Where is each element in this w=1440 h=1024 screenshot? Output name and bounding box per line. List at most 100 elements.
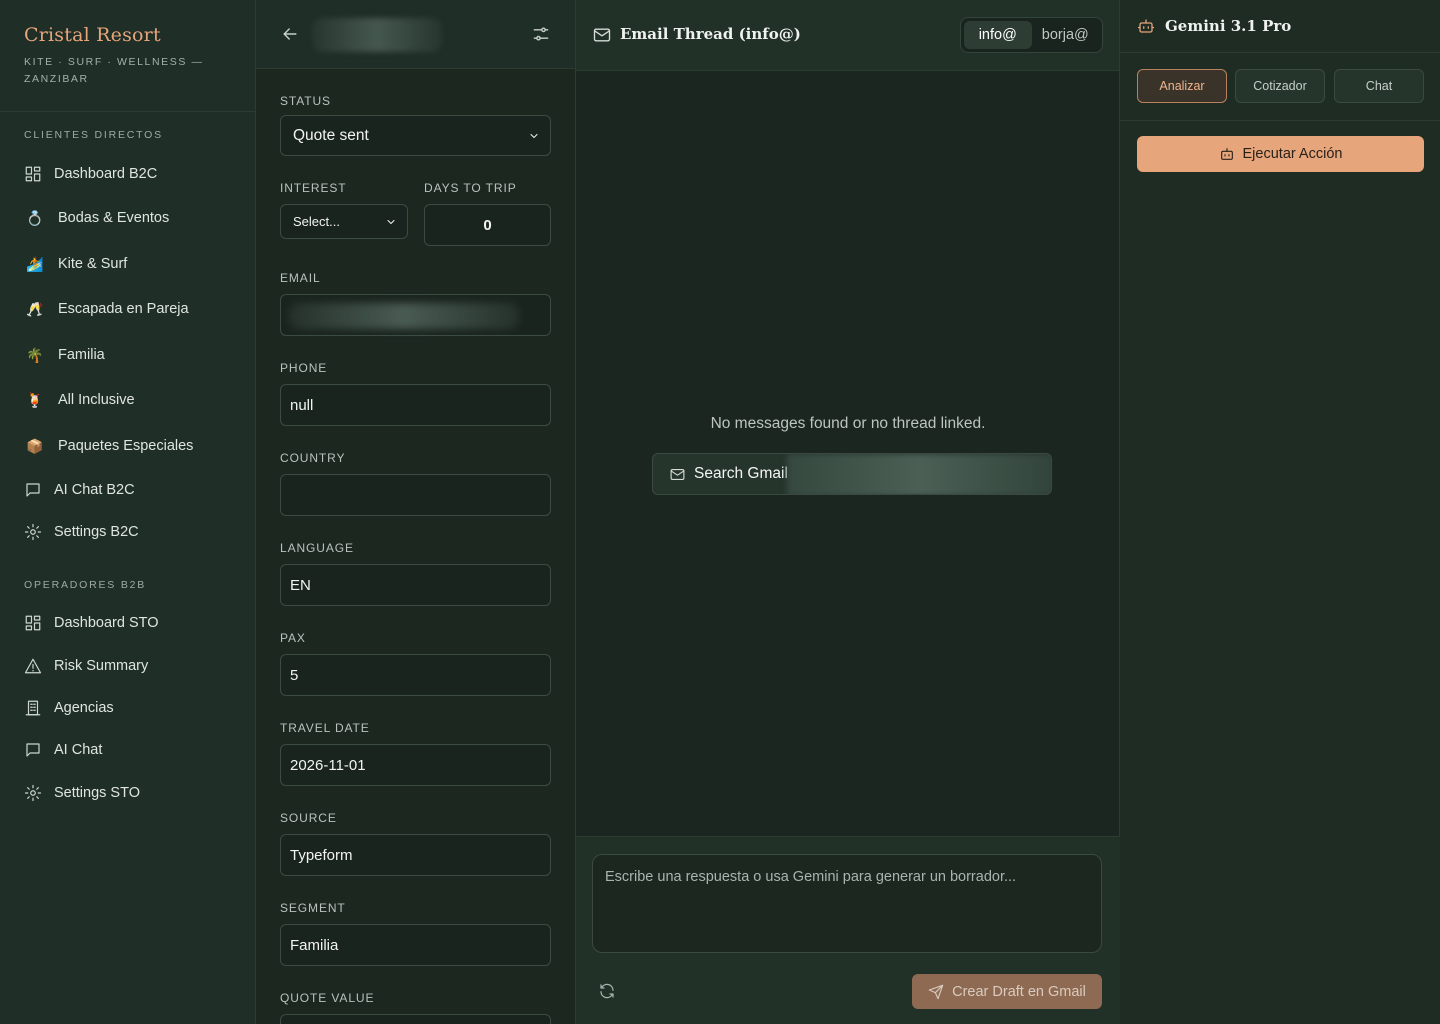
account-option-info[interactable]: info@ (964, 21, 1032, 49)
interest-value: Select... (293, 214, 340, 229)
sidebar-item-label: All Inclusive (58, 392, 135, 408)
phone-field[interactable]: null (280, 384, 551, 426)
chat-icon (24, 481, 42, 499)
status-select[interactable]: Quote sent (280, 115, 551, 156)
language-label: LANGUAGE (280, 541, 354, 555)
sidebar-item-paquetes[interactable]: 📦 Paquetes Especiales (24, 434, 193, 458)
gear-icon (24, 784, 42, 802)
sidebar-item-label: Dashboard STO (54, 615, 159, 631)
sidebar-item-label: Settings STO (54, 785, 140, 801)
country-label: COUNTRY (280, 451, 346, 465)
redacted-search-query (787, 454, 1051, 494)
segment-field[interactable]: Familia (280, 924, 551, 966)
sidebar-item-familia[interactable]: 🌴 Familia (24, 343, 105, 367)
bot-icon (1137, 17, 1155, 35)
create-draft-label: Crear Draft en Gmail (952, 983, 1086, 1000)
brand-title: Cristal Resort (24, 24, 161, 46)
sidebar-item-settings-b2c[interactable]: Settings B2C (24, 520, 139, 544)
sidebar-item-label: AI Chat B2C (54, 482, 135, 498)
redacted-email (289, 303, 519, 329)
source-label: SOURCE (280, 811, 337, 825)
sidebar-item-risk-summary[interactable]: Risk Summary (24, 654, 148, 678)
pax-label: PAX (280, 631, 306, 645)
source-field[interactable]: Typeform (280, 834, 551, 876)
sidebar-item-escapada[interactable]: 🥂 Escapada en Pareja (24, 297, 189, 321)
mail-icon (670, 468, 685, 480)
account-option-borja[interactable]: borja@ (1032, 21, 1100, 49)
pax-field[interactable]: 5 (280, 654, 551, 696)
sidebar-item-ai-chat-b2c[interactable]: AI Chat B2C (24, 478, 135, 502)
back-arrow-icon[interactable] (280, 24, 300, 44)
tab-chat[interactable]: Chat (1334, 69, 1424, 103)
sidebar: Cristal Resort KITE · SURF · WELLNESS — … (0, 0, 256, 1024)
sidebar-item-label: Familia (58, 347, 105, 363)
brand-subtitle: KITE · SURF · WELLNESS — ZANZIBAR (24, 56, 204, 85)
country-field[interactable] (280, 474, 551, 516)
travel-date-field[interactable]: 2026-11-01 (280, 744, 551, 786)
ring-icon: 💍 (26, 209, 44, 226)
email-thread-panel: Email Thread (info@) info@ borja@ No mes… (576, 0, 1120, 1024)
pax-value: 5 (290, 666, 299, 684)
quote-value-label: QUOTE VALUE (280, 991, 375, 1005)
reply-textarea[interactable]: Escribe una respuesta o usa Gemini para … (592, 854, 1102, 953)
sliders-icon[interactable] (531, 24, 551, 44)
email-field[interactable] (280, 294, 551, 336)
segment-label: SEGMENT (280, 901, 346, 915)
quote-value-field[interactable] (280, 1014, 551, 1024)
execute-action-button[interactable]: Ejecutar Acción (1137, 136, 1424, 172)
sidebar-item-kite-surf[interactable]: 🏄 Kite & Surf (24, 252, 127, 276)
reply-area: Escribe una respuesta o usa Gemini para … (576, 836, 1120, 1024)
empty-thread-message: No messages found or no thread linked. (710, 415, 986, 432)
grid-icon (24, 165, 42, 183)
tab-analizar[interactable]: Analizar (1137, 69, 1227, 103)
status-value: Quote sent (293, 126, 369, 144)
sidebar-item-label: Agencias (54, 700, 114, 716)
travel-date-label: TRAVEL DATE (280, 721, 370, 735)
tab-cotizador[interactable]: Cotizador (1235, 69, 1325, 103)
sidebar-item-label: Kite & Surf (58, 256, 128, 272)
sidebar-item-dashboard-b2c[interactable]: Dashboard B2C (24, 162, 157, 186)
search-gmail-button[interactable]: Search Gmail (652, 453, 1052, 495)
phone-label: PHONE (280, 361, 328, 375)
brand: Cristal Resort KITE · SURF · WELLNESS — … (0, 0, 255, 112)
sidebar-item-agencias[interactable]: Agencias (24, 696, 114, 720)
sidebar-item-settings-sto[interactable]: Settings STO (24, 781, 140, 805)
building-icon (24, 699, 42, 717)
account-toggle: info@ borja@ (960, 17, 1103, 53)
thread-title: Email Thread (info@) (620, 25, 801, 43)
redacted-lead-name (312, 18, 442, 52)
lead-details-panel: STATUS Quote sent INTEREST DAYS TO TRIP … (256, 0, 576, 1024)
sidebar-item-bodas[interactable]: 💍 Bodas & Eventos (24, 206, 169, 230)
surfer-icon: 🏄 (26, 255, 44, 272)
ai-header: Gemini 3.1 Pro (1120, 0, 1440, 53)
phone-value: null (290, 396, 314, 414)
section-label-b2b: OPERADORES B2B (24, 579, 147, 591)
section-label-b2c: CLIENTES DIRECTOS (24, 129, 163, 141)
champagne-icon: 🥂 (26, 300, 44, 317)
create-draft-button[interactable]: Crear Draft en Gmail (912, 974, 1102, 1009)
segment-value: Familia (290, 936, 339, 954)
warning-icon (24, 657, 42, 675)
ai-model-title: Gemini 3.1 Pro (1165, 17, 1292, 35)
sidebar-item-label: Settings B2C (54, 524, 139, 540)
sidebar-item-ai-chat[interactable]: AI Chat (24, 738, 102, 762)
sidebar-item-label: AI Chat (54, 742, 103, 758)
sidebar-item-label: Risk Summary (54, 658, 149, 674)
sidebar-item-dashboard-sto[interactable]: Dashboard STO (24, 611, 159, 635)
language-field[interactable]: EN (280, 564, 551, 606)
status-label: STATUS (280, 94, 331, 108)
mail-icon (592, 25, 612, 45)
days-to-trip-value: 0 (483, 216, 492, 234)
interest-select[interactable]: Select... (280, 204, 408, 239)
ai-panel: Gemini 3.1 Pro Analizar Cotizador Chat E… (1120, 0, 1440, 1024)
sidebar-item-label: Paquetes Especiales (58, 438, 194, 454)
thread-header: Email Thread (info@) info@ borja@ (576, 0, 1119, 71)
days-to-trip-field: 0 (424, 204, 551, 246)
cocktail-icon: 🍹 (26, 391, 44, 408)
sidebar-item-label: Bodas & Eventos (58, 210, 170, 226)
refresh-icon[interactable] (598, 982, 616, 1000)
execute-action-label: Ejecutar Acción (1242, 146, 1343, 162)
source-value: Typeform (290, 846, 353, 864)
sidebar-item-all-inclusive[interactable]: 🍹 All Inclusive (24, 388, 135, 412)
sidebar-item-label: Escapada en Pareja (58, 301, 189, 317)
